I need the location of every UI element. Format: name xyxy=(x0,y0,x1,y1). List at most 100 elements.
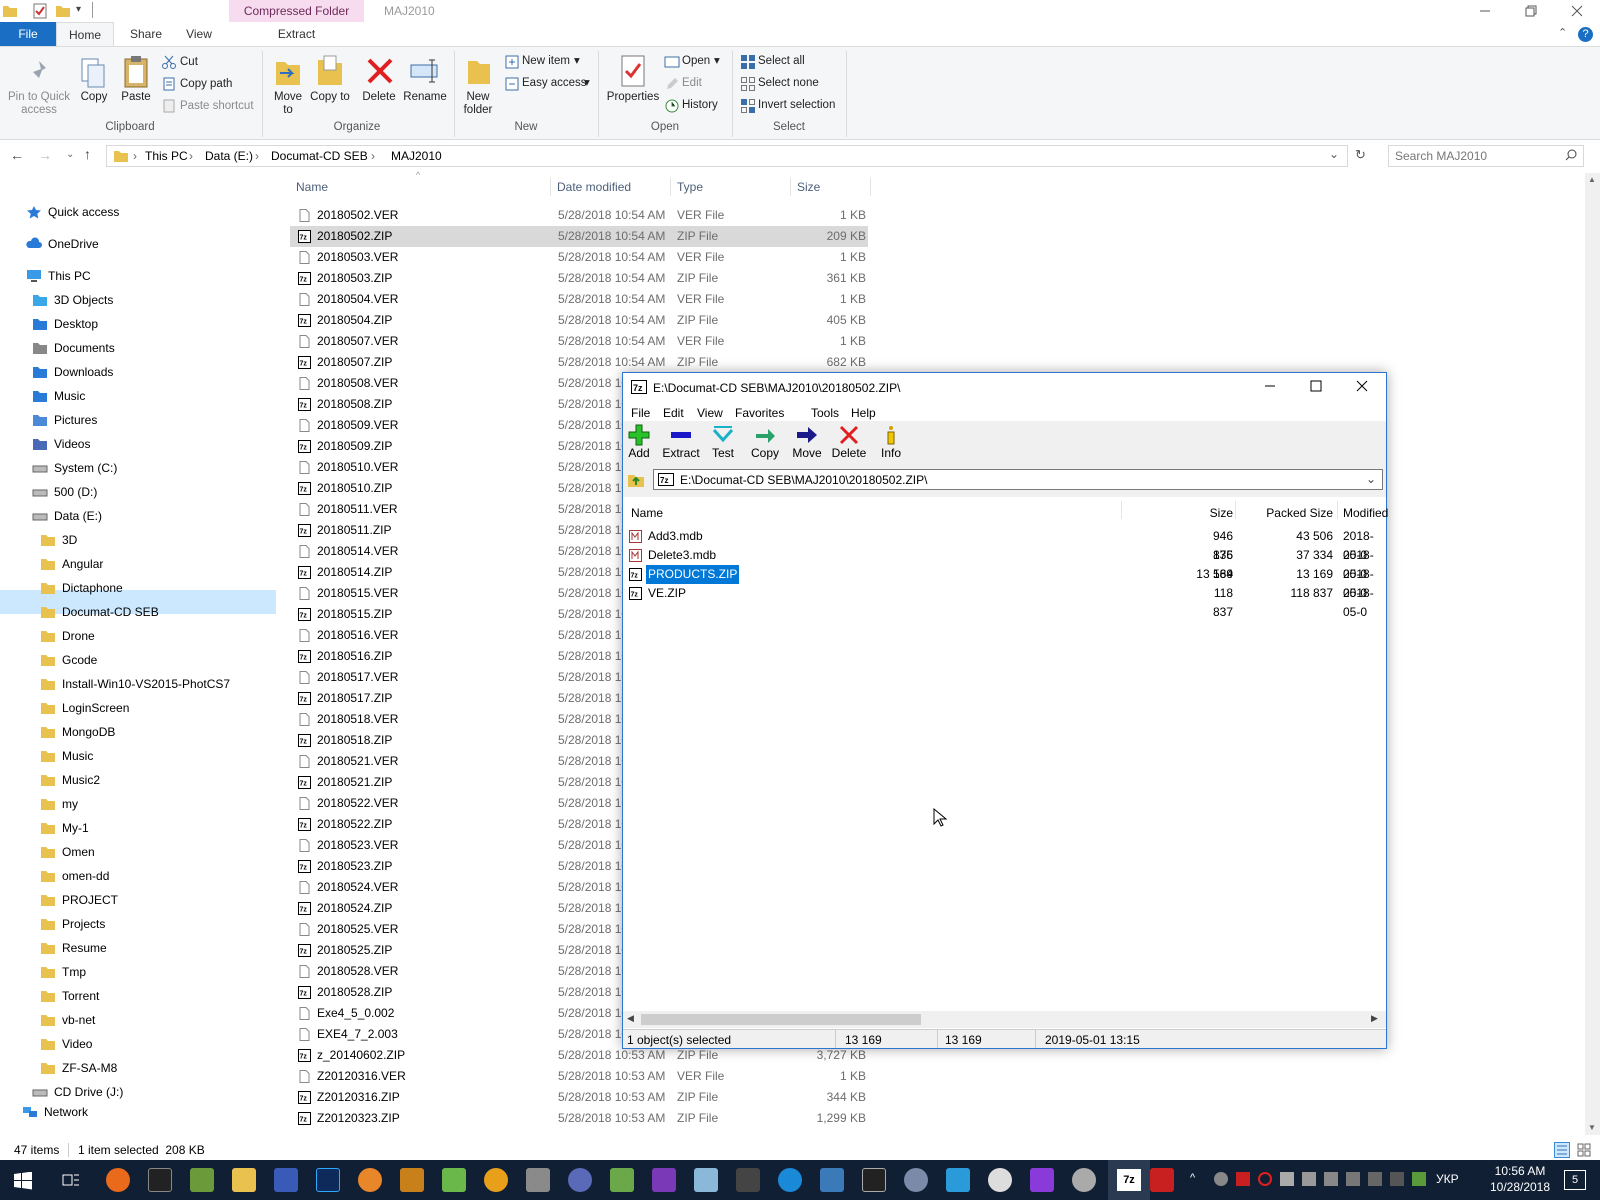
7zip-header-packed[interactable]: Packed Size xyxy=(1249,506,1333,520)
new-folder-icon[interactable] xyxy=(55,3,71,19)
app-icon[interactable] xyxy=(442,1168,466,1192)
app-icon[interactable] xyxy=(904,1168,928,1192)
help-icon[interactable]: ? xyxy=(1578,27,1593,42)
file-row[interactable]: 7z Z20120323.ZIP 5/28/2018 10:53 AM ZIP Fil… xyxy=(290,1108,868,1129)
history-button[interactable]: History xyxy=(682,99,718,112)
column-header-size[interactable]: Size xyxy=(797,178,820,196)
rename-button[interactable]: Rename xyxy=(402,91,448,104)
7zip-horizontal-scrollbar[interactable]: ◀ ▶ xyxy=(623,1011,1386,1028)
taskbar-active-app[interactable]: 7z xyxy=(1108,1160,1150,1200)
tray-icon[interactable] xyxy=(1390,1172,1404,1186)
network-icon[interactable] xyxy=(1346,1172,1360,1186)
filezilla-icon[interactable] xyxy=(1150,1168,1174,1192)
7zip-copy-button[interactable]: Copy xyxy=(745,424,785,460)
close-button[interactable] xyxy=(1554,0,1600,22)
visual-studio-icon[interactable] xyxy=(1030,1168,1054,1192)
scroll-up-icon[interactable]: ▲ xyxy=(1588,175,1596,184)
7zip-file-row[interactable]: Delete3.mdb 835 584 37 334 2018-05-0 xyxy=(629,546,1377,581)
app-icon[interactable] xyxy=(484,1168,508,1192)
app-icon[interactable] xyxy=(862,1168,886,1192)
file-row[interactable]: 7z 20180504.ZIP 5/28/2018 10:54 AM ZIP File… xyxy=(290,310,868,331)
app-icon[interactable] xyxy=(694,1168,718,1192)
select-all-button[interactable]: Select all xyxy=(758,55,805,68)
opera-icon[interactable] xyxy=(1258,1172,1272,1186)
delete-button[interactable]: Delete xyxy=(358,91,400,104)
breadcrumb-data-e[interactable]: Data (E:) xyxy=(205,149,253,163)
refresh-icon[interactable]: ↻ xyxy=(1355,147,1366,163)
new-item-button[interactable]: New item xyxy=(522,55,570,68)
copy-to-button[interactable]: Copy to xyxy=(310,91,350,104)
breadcrumb-maj2010[interactable]: MAJ2010 xyxy=(391,149,442,163)
tools-icon[interactable] xyxy=(526,1168,550,1192)
7zip-path-field[interactable]: 7z E:\Documat-CD SEB\MAJ2010\20180502.ZI… xyxy=(653,469,1383,490)
clock-date[interactable]: 10/28/2018 xyxy=(1484,1180,1556,1194)
app-icon[interactable] xyxy=(778,1168,802,1192)
volume-icon[interactable] xyxy=(1368,1172,1382,1186)
tab-share[interactable]: Share xyxy=(120,22,172,46)
pin-to-quick-access-button[interactable]: Pin to Quick access xyxy=(4,91,74,117)
7zip-menu-help[interactable]: Help xyxy=(851,406,876,420)
tray-icon[interactable] xyxy=(1214,1172,1228,1186)
vertical-scrollbar[interactable]: ▲ ▼ xyxy=(1585,173,1600,1135)
forward-arrow-icon[interactable]: → xyxy=(38,147,52,163)
7zip-minimize-button[interactable] xyxy=(1263,379,1277,393)
breadcrumb-chevron-icon[interactable]: › xyxy=(255,149,259,163)
minimize-button[interactable] xyxy=(1462,0,1508,22)
column-header-name[interactable]: Name xyxy=(296,178,328,196)
details-view-icon[interactable] xyxy=(1554,1142,1570,1158)
scroll-down-icon[interactable]: ▼ xyxy=(1588,1123,1596,1132)
properties-button[interactable]: Properties xyxy=(604,91,662,104)
tray-icon[interactable] xyxy=(1324,1172,1338,1186)
breadcrumb-this-pc[interactable]: This PC xyxy=(145,149,188,163)
breadcrumb-chevron-icon[interactable]: › xyxy=(371,149,375,163)
file-row[interactable]: 20180507.VER 5/28/2018 10:54 AM VER File 1 … xyxy=(290,331,868,352)
7zip-header-size[interactable]: Size xyxy=(1195,506,1233,520)
7zip-close-button[interactable] xyxy=(1355,379,1369,393)
7zip-file-row[interactable]: 7z VE.ZIP 118 837 118 837 2018-05-0 xyxy=(629,584,1377,619)
windows-start-icon[interactable] xyxy=(14,1172,32,1190)
cut-button[interactable]: Cut xyxy=(180,56,198,69)
app-icon[interactable] xyxy=(946,1168,970,1192)
media-icon[interactable] xyxy=(736,1168,760,1192)
large-icons-view-icon[interactable] xyxy=(1576,1142,1592,1158)
file-row[interactable]: 7z 20180503.ZIP 5/28/2018 10:54 AM ZIP File… xyxy=(290,268,868,289)
file-row[interactable]: Z20120316.VER 5/28/2018 10:53 AM VER File 1… xyxy=(290,1066,868,1087)
file-row[interactable]: 20180504.VER 5/28/2018 10:54 AM VER File 1 … xyxy=(290,289,868,310)
file-explorer-icon[interactable] xyxy=(232,1168,256,1192)
visual-studio-icon[interactable] xyxy=(652,1168,676,1192)
app-icon[interactable] xyxy=(988,1168,1012,1192)
address-dropdown-icon[interactable]: ⌄ xyxy=(1329,147,1339,161)
open-dropdown-icon[interactable]: ▾ xyxy=(714,55,720,68)
tray-icon[interactable] xyxy=(1412,1172,1426,1186)
breadcrumb-documat[interactable]: Documat-CD SEB xyxy=(271,149,368,163)
7zip-menu-view[interactable]: View xyxy=(697,406,723,420)
file-row[interactable]: 20180502.VER 5/28/2018 10:54 AM VER File 1 … xyxy=(290,205,868,226)
clock-time[interactable]: 10:56 AM xyxy=(1484,1164,1556,1178)
column-header-date[interactable]: Date modified xyxy=(557,178,631,196)
new-folder-button[interactable]: New folder xyxy=(456,91,500,117)
7zip-extract-button[interactable]: Extract xyxy=(661,424,701,460)
7zip-menu-file[interactable]: File xyxy=(631,406,650,420)
app-icon[interactable] xyxy=(568,1168,592,1192)
app-icon[interactable] xyxy=(610,1168,634,1192)
7zip-delete-button[interactable]: Delete xyxy=(829,424,869,460)
7zip-up-folder-icon[interactable] xyxy=(627,471,645,489)
file-row[interactable]: 7z 20180502.ZIP 5/28/2018 10:54 AM ZIP File… xyxy=(290,226,868,247)
7zip-menu-edit[interactable]: Edit xyxy=(663,406,684,420)
tray-icon[interactable] xyxy=(1236,1172,1250,1186)
terminal-icon[interactable] xyxy=(148,1168,172,1192)
tab-extract[interactable]: Extract xyxy=(229,22,364,46)
recent-locations-icon[interactable]: ⌄ xyxy=(66,149,74,160)
7zip-path-dropdown-icon[interactable]: ⌄ xyxy=(1366,472,1376,486)
7zip-info-button[interactable]: Info xyxy=(871,424,911,460)
7zip-add-button[interactable]: Add xyxy=(619,424,659,460)
copy-button[interactable]: Copy xyxy=(76,91,112,104)
invert-selection-button[interactable]: Invert selection xyxy=(758,99,835,112)
address-bar[interactable]: › This PC › Data (E:) › Documat-CD SEB ›… xyxy=(106,145,1348,167)
breadcrumb-chevron-icon[interactable]: › xyxy=(189,149,193,163)
7zip-menu-favorites[interactable]: Favorites xyxy=(735,406,784,420)
easy-access-dropdown-icon[interactable]: ▾ xyxy=(584,77,590,90)
qat-dropdown-icon[interactable]: ▾ xyxy=(76,4,81,15)
back-arrow-icon[interactable]: ← xyxy=(10,147,24,163)
breadcrumb-chevron-icon[interactable]: › xyxy=(133,149,137,163)
